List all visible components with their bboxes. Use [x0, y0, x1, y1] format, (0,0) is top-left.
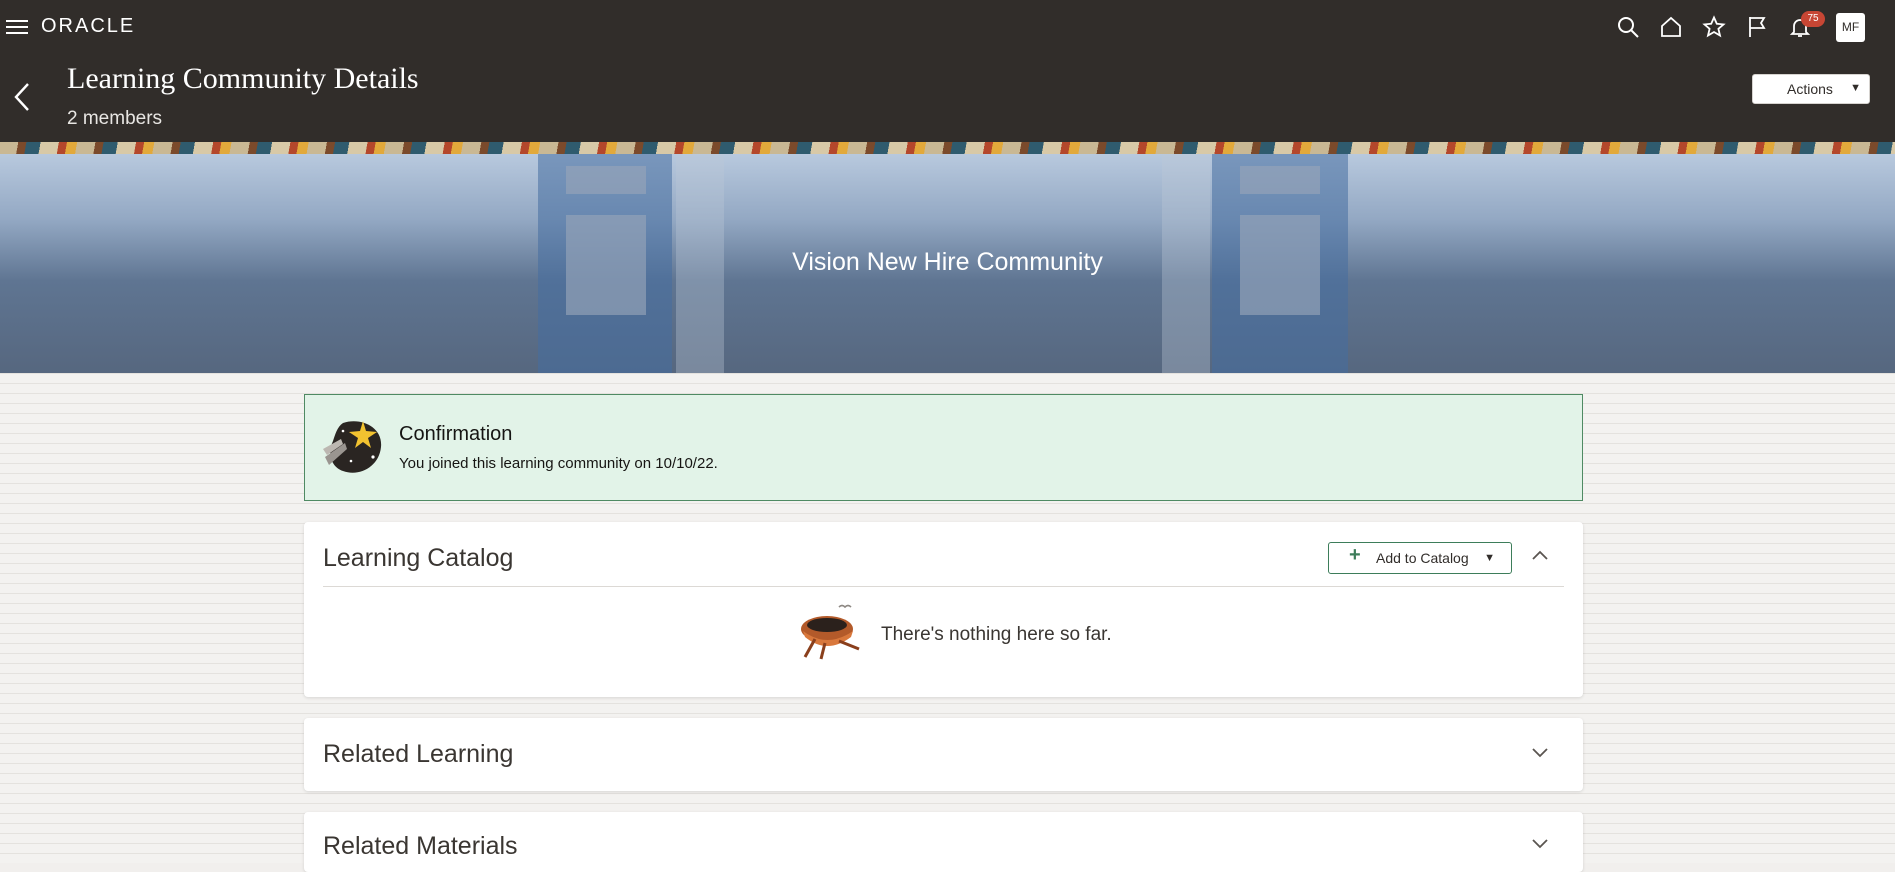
banner-pane — [566, 166, 646, 194]
global-header: ORACLE 75 MF Learning Community Details … — [0, 0, 1895, 142]
notifications-bell-icon[interactable]: 75 — [1787, 11, 1825, 40]
member-count: 2 members — [67, 108, 163, 129]
confirmation-heading: Confirmation — [399, 423, 513, 445]
add-to-catalog-button[interactable]: + Add to Catalog ▼ — [1328, 542, 1512, 574]
confirmation-message: Confirmation You joined this learning co… — [304, 394, 1583, 501]
plus-icon: + — [1349, 544, 1361, 566]
back-arrow-icon[interactable] — [10, 80, 34, 114]
community-banner: Vision New Hire Community — [0, 154, 1895, 373]
expand-chevron-down-icon[interactable] — [1531, 743, 1549, 761]
related-learning-title: Related Learning — [323, 740, 514, 768]
shooting-star-icon — [321, 413, 385, 477]
global-icons: 75 MF — [1615, 11, 1865, 43]
actions-menu-button[interactable]: Actions ▼ — [1752, 74, 1870, 104]
favorites-star-icon[interactable] — [1701, 14, 1727, 40]
collapse-chevron-up-icon[interactable] — [1531, 547, 1549, 565]
search-icon[interactable] — [1615, 14, 1641, 40]
home-icon[interactable] — [1658, 14, 1684, 40]
oracle-logo[interactable]: ORACLE — [41, 15, 135, 38]
flag-icon[interactable] — [1744, 14, 1770, 40]
learning-catalog-card: Learning Catalog + Add to Catalog ▼ Ther… — [304, 522, 1583, 697]
expand-chevron-down-icon[interactable] — [1531, 834, 1549, 852]
decorative-pattern-strip — [0, 142, 1895, 154]
notification-count-badge: 75 — [1801, 11, 1825, 27]
user-avatar[interactable]: MF — [1836, 12, 1865, 42]
add-to-catalog-label: Add to Catalog — [1376, 550, 1469, 566]
related-materials-title: Related Materials — [323, 832, 518, 860]
related-learning-card: Related Learning — [304, 718, 1583, 791]
page-title: Learning Community Details — [67, 62, 419, 95]
learning-catalog-title: Learning Catalog — [323, 544, 514, 572]
caret-down-icon: ▼ — [1484, 552, 1495, 564]
actions-label: Actions — [1787, 81, 1833, 97]
community-name: Vision New Hire Community — [792, 248, 1103, 276]
caret-down-icon: ▼ — [1850, 82, 1861, 94]
empty-state-message: There's nothing here so far. — [881, 624, 1112, 645]
empty-nest-icon — [795, 599, 865, 661]
related-materials-card: Related Materials — [304, 812, 1583, 872]
confirmation-text: You joined this learning community on 10… — [399, 455, 718, 472]
divider — [323, 586, 1564, 587]
menu-icon[interactable] — [6, 17, 28, 37]
banner-pane — [1240, 166, 1320, 194]
